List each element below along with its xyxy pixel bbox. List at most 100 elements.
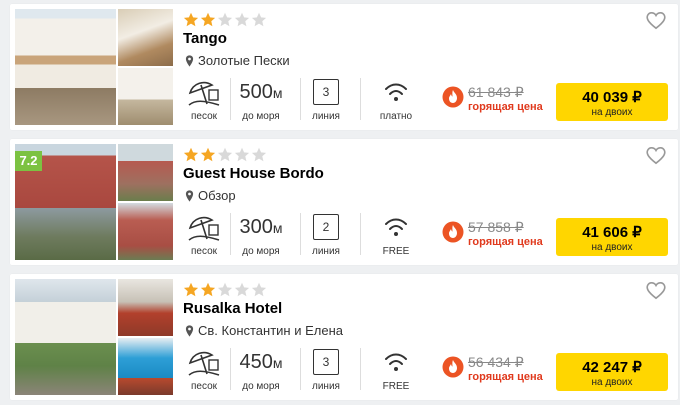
price-button[interactable]: 40 039 ₽ на двоих xyxy=(556,83,668,121)
sea-distance-label: до моря xyxy=(242,111,280,122)
divider xyxy=(360,348,361,390)
hotel-photo-thumb[interactable] xyxy=(118,68,173,125)
star-icon xyxy=(183,147,199,162)
sea-distance-label: до моря xyxy=(242,246,280,257)
star-icon xyxy=(251,12,267,27)
price-value: 41 606 ₽ xyxy=(582,224,642,241)
wifi-icon xyxy=(385,353,407,371)
hotel-name[interactable]: Rusalka Hotel xyxy=(183,300,282,317)
beach-umbrella-icon xyxy=(188,81,220,106)
location-pin-icon xyxy=(185,324,194,337)
beach-umbrella-icon xyxy=(188,351,220,376)
hotel-photo-thumb[interactable] xyxy=(118,9,173,66)
price-button[interactable]: 41 606 ₽ на двоих xyxy=(556,218,668,256)
hotel-photo-thumb[interactable] xyxy=(118,203,173,260)
sea-distance-value: 500м xyxy=(239,81,283,103)
beach-type: песок xyxy=(183,76,225,122)
hotel-card[interactable]: 7.2 Guest House Bordo Обзор песок 300м д… xyxy=(10,139,678,265)
hotel-location[interactable]: Св. Константин и Елена xyxy=(185,323,343,338)
location-name: Св. Константин и Елена xyxy=(198,323,343,338)
wifi-info: FREE xyxy=(376,346,416,392)
wifi-label: FREE xyxy=(382,381,410,392)
hotel-name[interactable]: Tango xyxy=(183,30,227,47)
sea-distance-label: до моря xyxy=(242,381,280,392)
star-icon xyxy=(200,282,216,297)
hotel-photo-thumb[interactable] xyxy=(118,279,173,336)
beach-umbrella-icon xyxy=(188,216,220,241)
hotel-photo-thumb[interactable] xyxy=(118,144,173,201)
beach-type-label: песок xyxy=(190,111,218,122)
beach-line-value: 3 xyxy=(313,349,339,375)
hotel-name[interactable]: Guest House Bordo xyxy=(183,165,324,182)
divider xyxy=(230,78,231,120)
beach-line: 2 линия xyxy=(306,211,346,257)
sea-distance: 450м до моря xyxy=(232,346,290,392)
beach-type-label: песок xyxy=(190,246,218,257)
beach-line-value: 3 xyxy=(313,79,339,105)
fire-icon xyxy=(442,221,464,243)
sea-distance-value: 300м xyxy=(239,216,283,238)
wifi-label: платно xyxy=(379,111,413,122)
hot-price-label: горящая цена xyxy=(468,371,543,383)
location-pin-icon xyxy=(185,54,194,67)
hot-price-label: горящая цена xyxy=(468,101,543,113)
sea-distance: 300м до моря xyxy=(232,211,290,257)
sea-distance: 500м до моря xyxy=(232,76,290,122)
sea-distance-value: 450м xyxy=(239,351,283,373)
hot-price-label: горящая цена xyxy=(468,236,543,248)
beach-line-label: линия xyxy=(312,246,340,257)
divider xyxy=(300,213,301,255)
hotel-photo-main[interactable] xyxy=(15,9,116,125)
star-icon xyxy=(217,282,233,297)
fire-icon xyxy=(442,86,464,108)
location-name: Золотые Пески xyxy=(198,53,290,68)
hotel-card[interactable]: Rusalka Hotel Св. Константин и Елена пес… xyxy=(10,274,678,400)
star-icon xyxy=(183,282,199,297)
hotel-location[interactable]: Обзор xyxy=(185,188,236,203)
heart-icon[interactable] xyxy=(645,145,667,165)
star-rating xyxy=(183,147,267,163)
star-icon xyxy=(217,12,233,27)
beach-type: песок xyxy=(183,346,225,392)
heart-icon[interactable] xyxy=(645,10,667,30)
divider xyxy=(300,78,301,120)
divider xyxy=(300,348,301,390)
location-pin-icon xyxy=(185,189,194,202)
price-value: 40 039 ₽ xyxy=(582,89,642,106)
beach-type-label: песок xyxy=(190,381,218,392)
hotel-card[interactable]: Tango Золотые Пески песок 500м до моря 3… xyxy=(10,4,678,130)
price-label: на двоих xyxy=(591,242,633,253)
star-rating xyxy=(183,12,267,28)
beach-line-label: линия xyxy=(312,381,340,392)
star-icon xyxy=(200,147,216,162)
star-icon xyxy=(251,147,267,162)
rating-badge: 7.2 xyxy=(15,151,42,171)
beach-type: песок xyxy=(183,211,225,257)
beach-line: 3 линия xyxy=(306,76,346,122)
star-icon xyxy=(251,282,267,297)
price-label: на двоих xyxy=(591,107,633,118)
wifi-info: платно xyxy=(376,76,416,122)
wifi-icon xyxy=(385,83,407,101)
wifi-icon xyxy=(385,218,407,236)
star-rating xyxy=(183,282,267,298)
star-icon xyxy=(217,147,233,162)
hotel-location[interactable]: Золотые Пески xyxy=(185,53,290,68)
wifi-info: FREE xyxy=(376,211,416,257)
old-price: 56 434 ₽ xyxy=(468,354,524,370)
star-icon xyxy=(234,282,250,297)
divider xyxy=(360,78,361,120)
wifi-label: FREE xyxy=(382,246,410,257)
price-value: 42 247 ₽ xyxy=(582,359,642,376)
star-icon xyxy=(200,12,216,27)
price-label: на двоих xyxy=(591,377,633,388)
divider xyxy=(230,213,231,255)
fire-icon xyxy=(442,356,464,378)
location-name: Обзор xyxy=(198,188,236,203)
star-icon xyxy=(234,147,250,162)
price-button[interactable]: 42 247 ₽ на двоих xyxy=(556,353,668,391)
hotel-photo-thumb[interactable] xyxy=(118,338,173,395)
heart-icon[interactable] xyxy=(645,280,667,300)
hotel-photo-main[interactable] xyxy=(15,279,116,395)
beach-line-value: 2 xyxy=(313,214,339,240)
